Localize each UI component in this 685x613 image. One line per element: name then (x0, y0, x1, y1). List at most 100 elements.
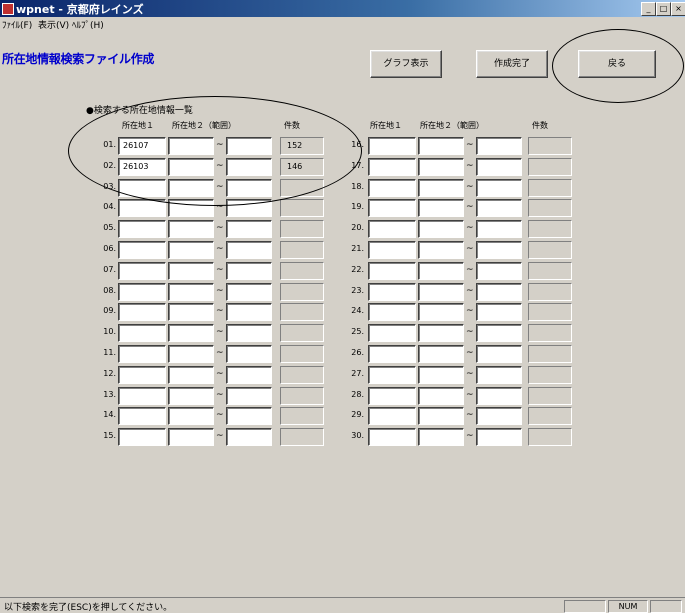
location2-from-input[interactable] (168, 407, 214, 425)
location1-input[interactable] (118, 199, 166, 217)
location2-from-input[interactable] (168, 324, 214, 342)
location2-to-input[interactable] (226, 179, 272, 197)
location1-input[interactable] (118, 324, 166, 342)
location2-from-input[interactable] (168, 262, 214, 280)
location2-from-input[interactable] (418, 158, 464, 176)
location2-from-input[interactable] (418, 137, 464, 155)
location2-to-input[interactable] (226, 137, 272, 155)
location2-from-input[interactable] (418, 407, 464, 425)
location2-from-input[interactable] (168, 283, 214, 301)
location1-input[interactable] (118, 241, 166, 259)
location2-from-input[interactable] (418, 345, 464, 363)
location2-to-input[interactable] (476, 407, 522, 425)
menu-view[interactable]: 表示(V) (38, 18, 69, 31)
location1-input[interactable] (368, 199, 416, 217)
location2-from-input[interactable] (168, 158, 214, 176)
location1-input[interactable] (118, 303, 166, 321)
location2-from-input[interactable] (168, 241, 214, 259)
location2-to-input[interactable] (226, 241, 272, 259)
location1-input[interactable] (118, 283, 166, 301)
location1-input[interactable] (368, 262, 416, 280)
location2-to-input[interactable] (476, 345, 522, 363)
location2-to-input[interactable] (476, 428, 522, 446)
location1-input[interactable] (368, 137, 416, 155)
location2-to-input[interactable] (476, 179, 522, 197)
location1-input[interactable] (118, 345, 166, 363)
location2-from-input[interactable] (168, 366, 214, 384)
location1-input[interactable] (368, 241, 416, 259)
menu-file[interactable]: ﾌｧｲﾙ(F) (2, 18, 32, 31)
maximize-button[interactable]: □ (656, 2, 671, 16)
count-field (280, 428, 324, 446)
location2-to-input[interactable] (226, 283, 272, 301)
location2-from-input[interactable] (418, 199, 464, 217)
location2-to-input[interactable] (476, 303, 522, 321)
minimize-button[interactable]: _ (641, 2, 656, 16)
location2-to-input[interactable] (226, 387, 272, 405)
location1-input[interactable] (368, 345, 416, 363)
location1-input[interactable] (368, 179, 416, 197)
location1-input[interactable]: 26107 (118, 137, 166, 155)
location1-input[interactable] (368, 387, 416, 405)
location2-to-input[interactable] (226, 262, 272, 280)
close-button[interactable]: × (671, 2, 685, 16)
location1-input[interactable] (368, 407, 416, 425)
location1-input[interactable]: 26103 (118, 158, 166, 176)
location2-from-input[interactable] (168, 428, 214, 446)
location2-to-input[interactable] (226, 407, 272, 425)
location2-to-input[interactable] (476, 137, 522, 155)
graph-button[interactable]: グラフ表示 (370, 50, 442, 78)
location2-from-input[interactable] (168, 220, 214, 238)
location2-to-input[interactable] (226, 345, 272, 363)
location2-from-input[interactable] (418, 262, 464, 280)
location2-from-input[interactable] (418, 324, 464, 342)
location2-to-input[interactable] (226, 324, 272, 342)
location2-from-input[interactable] (168, 303, 214, 321)
location1-input[interactable] (368, 303, 416, 321)
location2-to-input[interactable] (476, 366, 522, 384)
done-button[interactable]: 作成完了 (476, 50, 548, 78)
location1-input[interactable] (118, 428, 166, 446)
location2-to-input[interactable] (476, 387, 522, 405)
location1-input[interactable] (118, 220, 166, 238)
location1-input[interactable] (368, 283, 416, 301)
location2-from-input[interactable] (168, 179, 214, 197)
location2-from-input[interactable] (418, 428, 464, 446)
location2-to-input[interactable] (226, 220, 272, 238)
location1-input[interactable] (368, 366, 416, 384)
location2-to-input[interactable] (476, 220, 522, 238)
location2-to-input[interactable] (226, 199, 272, 217)
menu-help[interactable]: ﾍﾙﾌﾟ(H) (72, 18, 104, 31)
location2-from-input[interactable] (418, 303, 464, 321)
location2-to-input[interactable] (476, 158, 522, 176)
location1-input[interactable] (118, 262, 166, 280)
location1-input[interactable] (368, 220, 416, 238)
location2-to-input[interactable] (476, 324, 522, 342)
location2-to-input[interactable] (226, 428, 272, 446)
location1-input[interactable] (368, 324, 416, 342)
location2-from-input[interactable] (168, 345, 214, 363)
back-button[interactable]: 戻る (578, 50, 656, 78)
location2-from-input[interactable] (168, 137, 214, 155)
location1-input[interactable] (368, 158, 416, 176)
location1-input[interactable] (368, 428, 416, 446)
location2-from-input[interactable] (418, 241, 464, 259)
location1-input[interactable] (118, 387, 166, 405)
location2-to-input[interactable] (476, 199, 522, 217)
location2-to-input[interactable] (476, 283, 522, 301)
location2-from-input[interactable] (418, 220, 464, 238)
location2-to-input[interactable] (476, 262, 522, 280)
location1-input[interactable] (118, 366, 166, 384)
location2-from-input[interactable] (168, 387, 214, 405)
location2-to-input[interactable] (476, 241, 522, 259)
location2-from-input[interactable] (418, 366, 464, 384)
location2-from-input[interactable] (418, 179, 464, 197)
location2-to-input[interactable] (226, 158, 272, 176)
location2-to-input[interactable] (226, 303, 272, 321)
location2-to-input[interactable] (226, 366, 272, 384)
location1-input[interactable] (118, 407, 166, 425)
location2-from-input[interactable] (418, 283, 464, 301)
location1-input[interactable] (118, 179, 166, 197)
location2-from-input[interactable] (168, 199, 214, 217)
location2-from-input[interactable] (418, 387, 464, 405)
